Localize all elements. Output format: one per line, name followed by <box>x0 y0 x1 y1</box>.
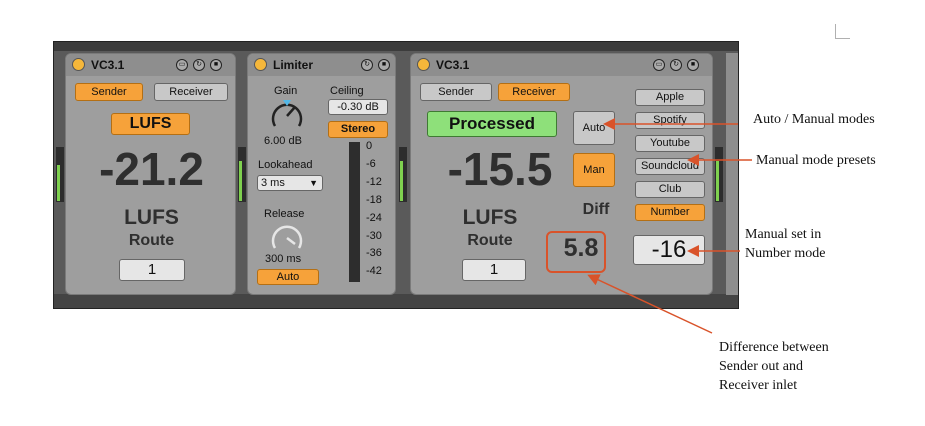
annotation-diff-line2: Sender out and <box>719 359 803 374</box>
annotation-diff-line1: Difference between <box>719 340 829 355</box>
annotation-manual-line1: Manual set in <box>745 227 822 242</box>
annotation-diff-line3: Receiver inlet <box>719 378 798 393</box>
annotation-presets: Manual mode presets <box>756 153 876 168</box>
annotation-manual-line2: Number mode <box>745 246 826 261</box>
annotation-modes: Auto / Manual modes <box>753 112 875 127</box>
